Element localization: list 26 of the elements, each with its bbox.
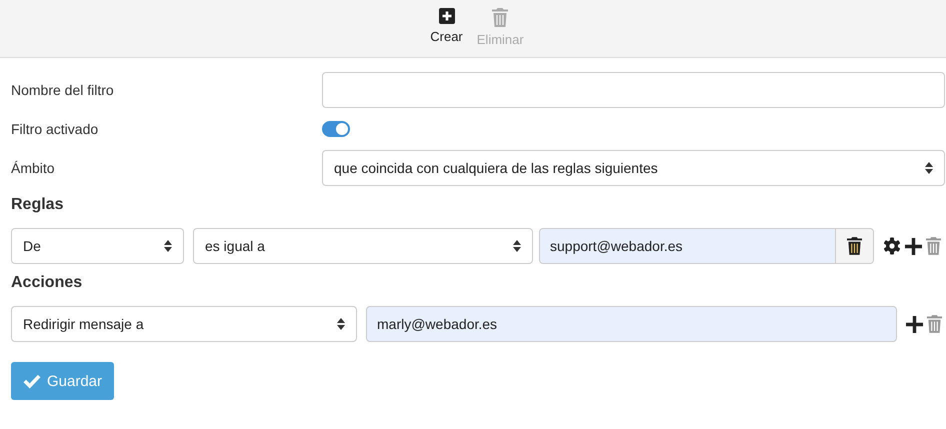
field-label: Ámbito (11, 160, 56, 176)
clear-button[interactable] (836, 228, 874, 264)
input-field[interactable] (322, 72, 945, 108)
action-select[interactable]: Redirigir mensaje a (11, 306, 357, 342)
value-field[interactable]: support@webador.es (539, 228, 836, 264)
scope-select[interactable]: que coincida con cualquiera de las reglas siguientes (322, 150, 945, 186)
plus-icon[interactable] (906, 316, 923, 332)
field-label: Filtro activado (11, 121, 100, 137)
operator-select[interactable]: es igual a (193, 228, 533, 264)
value-field[interactable]: marly@webador.es (366, 306, 897, 342)
caret-icon (337, 318, 345, 330)
header-select[interactable]: De (11, 228, 184, 264)
check-icon (23, 373, 41, 389)
plus-icon[interactable] (905, 238, 922, 254)
section-heading: Reglas (11, 196, 64, 214)
caret-icon (925, 162, 933, 174)
create-button[interactable]: Crear (428, 0, 465, 57)
trash-icon (847, 237, 862, 255)
toggle-switch[interactable] (322, 121, 350, 137)
caret-icon (513, 240, 521, 252)
settings-icon[interactable] (883, 237, 901, 255)
plus-square-icon (438, 8, 454, 24)
section-heading: Acciones (11, 274, 84, 292)
trash-icon (492, 8, 508, 27)
field-label: Nombre del filtro (11, 82, 115, 98)
caret-icon (164, 240, 172, 252)
